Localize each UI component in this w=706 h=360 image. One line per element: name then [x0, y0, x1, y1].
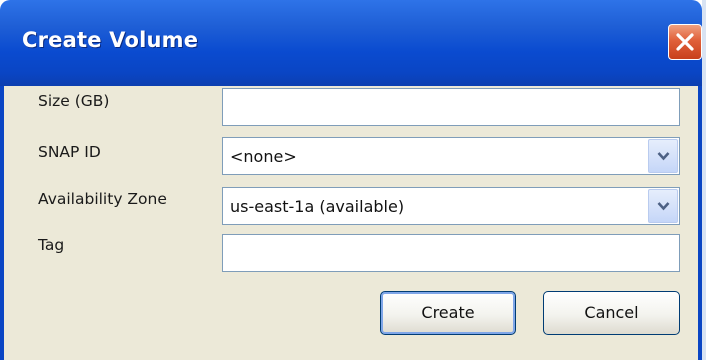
availability-zone-label: Availability Zone [38, 190, 167, 208]
cancel-button[interactable]: Cancel [543, 291, 680, 335]
create-button[interactable]: Create [380, 291, 516, 335]
size-label: Size (GB) [38, 92, 110, 110]
dialog-title: Create Volume [22, 28, 199, 52]
background-edge [702, 0, 706, 360]
availability-zone-value: us-east-1a (available) [230, 197, 405, 216]
chevron-down-icon [657, 152, 670, 161]
availability-zone-dropdown-button[interactable] [648, 189, 678, 223]
chevron-down-icon [657, 202, 670, 211]
create-volume-dialog: Create Volume Size (GB) SNAP ID <none> A… [0, 0, 702, 360]
snap-id-dropdown-button[interactable] [648, 139, 678, 173]
tag-input[interactable] [222, 234, 680, 272]
close-icon [676, 33, 694, 51]
close-button[interactable] [668, 24, 702, 60]
availability-zone-select[interactable]: us-east-1a (available) [222, 187, 680, 225]
snap-id-value: <none> [230, 147, 297, 166]
snap-id-select[interactable]: <none> [222, 137, 680, 175]
size-input[interactable] [222, 88, 680, 126]
snap-id-label: SNAP ID [38, 143, 101, 161]
tag-label: Tag [38, 236, 65, 254]
title-bar[interactable]: Create Volume [0, 0, 702, 86]
